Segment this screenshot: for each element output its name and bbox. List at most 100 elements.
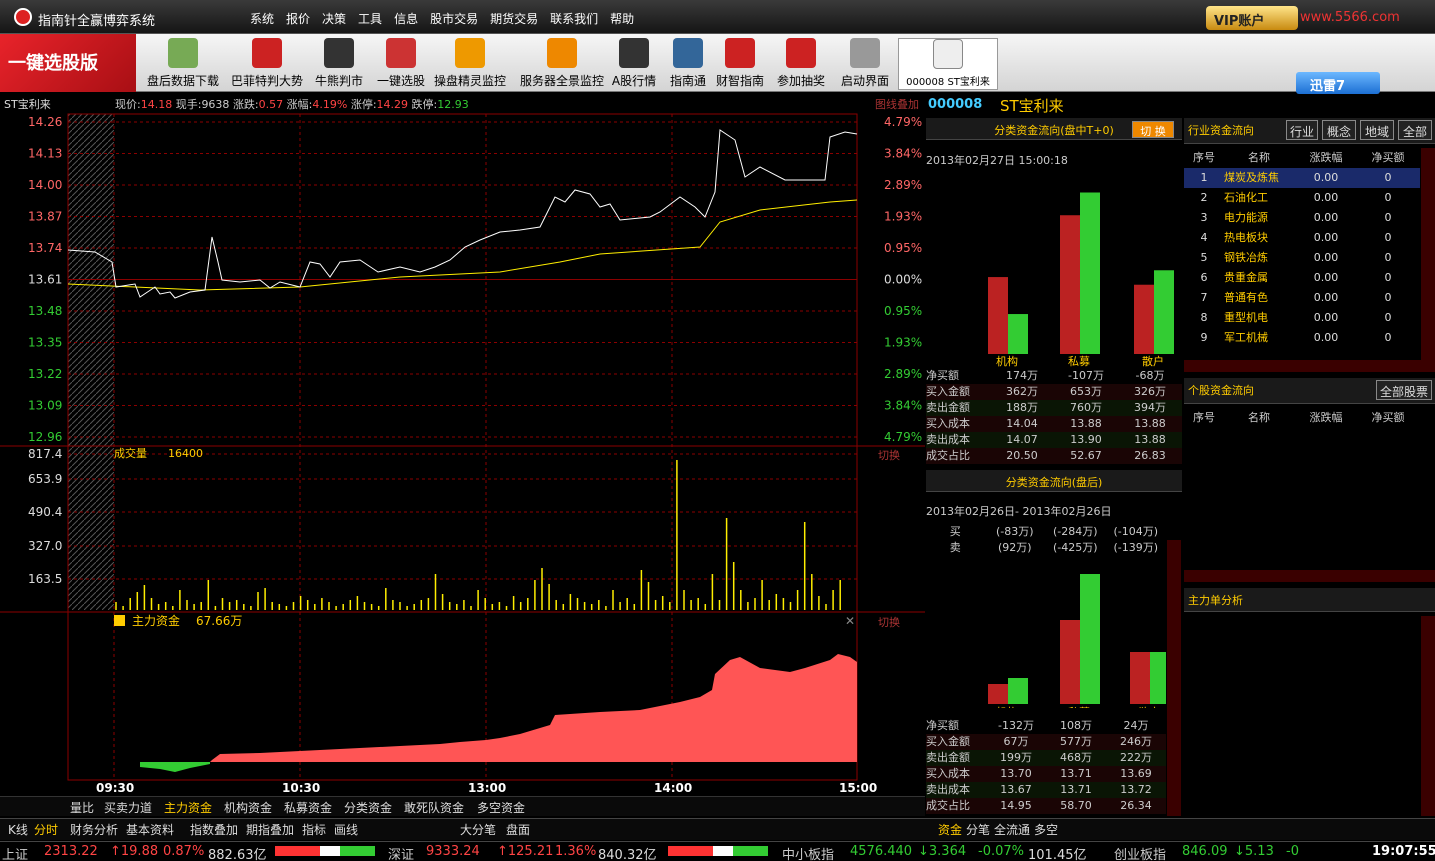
industry-cell: 贵重金属 <box>1224 271 1268 284</box>
toolbar-item-buffett[interactable]: 巴菲特判大势 <box>230 38 304 90</box>
mainforce-value: 67.66万 <box>196 614 242 628</box>
hscroll-stockflow[interactable] <box>1184 570 1435 582</box>
industry-row[interactable]: 1 煤炭及炼焦 0.00 0 <box>1184 168 1420 188</box>
indicator-tab[interactable]: 分类资金 <box>344 799 392 816</box>
price-tick: 13.87 <box>28 210 62 224</box>
scrollbar-industry[interactable] <box>1421 148 1435 372</box>
indicator-tab[interactable]: 机构资金 <box>224 799 272 816</box>
menu-system[interactable]: 系统 <box>250 10 274 27</box>
toolbar-active-stock[interactable]: 000008 ST宝利来 <box>898 38 998 90</box>
view-tab[interactable]: 分时 <box>34 821 58 838</box>
volume-switch[interactable]: 切换 <box>878 448 900 462</box>
industry-btn-all[interactable]: 全部 <box>1398 120 1432 140</box>
mainforce-switch[interactable]: 切换 <box>878 615 900 629</box>
side-tab[interactable]: 资金 <box>938 821 962 838</box>
menu-info[interactable]: 信息 <box>394 10 418 27</box>
toolbar-item-server[interactable]: 服务器全景监控 <box>516 38 608 90</box>
view-tab[interactable]: 指标 <box>302 821 326 838</box>
vip-button[interactable]: VIP账户 <box>1206 6 1298 30</box>
industry-row[interactable]: 8 重型机电 0.00 0 <box>1184 308 1420 328</box>
toolbar-active-label: 000008 ST宝利来 <box>906 77 990 88</box>
view-tab[interactable]: 基本资料 <box>126 821 174 838</box>
all-stocks-button[interactable]: 全部股票 <box>1376 380 1432 400</box>
flow-intraday-row: 买入金额 362万 653万 326万 <box>926 384 1182 400</box>
indicator-tab[interactable]: 私募资金 <box>284 799 332 816</box>
industry-row[interactable]: 6 贵重金属 0.00 0 <box>1184 268 1420 288</box>
indicator-tab[interactable]: 敢死队资金 <box>404 799 464 816</box>
toolbar-item-a-share[interactable]: A股行情 <box>610 38 658 90</box>
side-tab[interactable]: 多空 <box>1034 821 1058 838</box>
industry-btn-concept[interactable]: 概念 <box>1322 120 1356 140</box>
flow-after-value: (92万) <box>997 541 1032 554</box>
hscroll-industry[interactable] <box>1184 360 1435 372</box>
industry-row[interactable]: 9 军工机械 0.00 0 <box>1184 328 1420 348</box>
toolbar-label: 巴菲特判大势 <box>230 74 303 88</box>
scrollbar-flow-after[interactable] <box>1167 540 1181 816</box>
indicator-tab[interactable]: 量比 <box>70 799 94 816</box>
industry-btn-industry[interactable]: 行业 <box>1286 120 1318 140</box>
toolbar-item-compass[interactable]: 指南通 <box>668 38 708 90</box>
industry-header-row: 序号 名称 涨跌幅 净买额 <box>1184 148 1420 168</box>
indicator-tab[interactable]: 多空资金 <box>477 799 525 816</box>
flow-intraday-row: 卖出成本 14.07 13.90 13.88 <box>926 432 1182 448</box>
industry-cell: 0.00 <box>1313 271 1339 284</box>
pct-tick: 4.79% <box>884 430 922 444</box>
side-tab[interactable]: 全流通 <box>994 821 1030 838</box>
time-tick: 13:00 <box>468 781 506 795</box>
side-tab[interactable]: 分笔 <box>966 821 990 838</box>
menu-futures-trade[interactable]: 期货交易 <box>490 10 538 27</box>
menu-help[interactable]: 帮助 <box>610 10 634 27</box>
flow-intraday-row: 净买额 174万 -107万 -68万 <box>926 368 1182 384</box>
flow-row-value: 326万 <box>1134 385 1166 398</box>
toolbar-item-download[interactable]: 盘后数据下载 <box>146 38 220 90</box>
industry-btn-region[interactable]: 地域 <box>1360 120 1394 140</box>
industry-row[interactable]: 4 热电板块 0.00 0 <box>1184 228 1420 248</box>
industry-cell: 0.00 <box>1313 311 1339 324</box>
stock-name-header: ST宝利来 <box>1000 97 1064 115</box>
stockflow-title: 个股资金流向 <box>1188 384 1254 397</box>
industry-cell: 7 <box>1200 291 1208 304</box>
flow-row-label: 买入成本 <box>926 417 970 430</box>
toolbar-item-chart-up[interactable]: 一键选股 <box>376 38 426 90</box>
toolbar-item-bull-bear[interactable]: 牛熊判市 <box>312 38 366 90</box>
help-icon[interactable] <box>114 615 125 626</box>
view-tab[interactable]: 大分笔 <box>460 821 496 838</box>
bull-bear-icon <box>324 38 354 68</box>
industry-cell: 0.00 <box>1313 251 1339 264</box>
close-icon[interactable]: ✕ <box>845 614 855 628</box>
a-share-icon <box>619 38 649 68</box>
toolbar-item-wizard[interactable]: 操盘精灵监控 <box>432 38 508 90</box>
industry-cell: 热电板块 <box>1224 231 1268 244</box>
flow-switch-button[interactable]: 切 换 <box>1132 121 1174 138</box>
view-tab[interactable]: 画线 <box>334 821 358 838</box>
toolbar-item-lottery[interactable]: 参加抽奖 <box>776 38 826 90</box>
indicator-tab[interactable]: 主力资金 <box>164 799 212 816</box>
menu-tools[interactable]: 工具 <box>358 10 382 27</box>
industry-row[interactable]: 3 电力能源 0.00 0 <box>1184 208 1420 228</box>
toolbar-item-wealth[interactable]: 财智指南 <box>714 38 766 90</box>
scrollbar-mainorder[interactable] <box>1421 616 1435 816</box>
xunlei-button[interactable]: 迅雷7 <box>1296 72 1380 94</box>
menu-decision[interactable]: 决策 <box>322 10 346 27</box>
indicator-tab[interactable]: 买卖力道 <box>104 799 152 816</box>
overlay-button[interactable]: 图线叠加 <box>875 96 919 112</box>
menu-contact[interactable]: 联系我们 <box>550 10 598 27</box>
toolbar-item-launch[interactable]: 启动界面 <box>838 38 892 90</box>
mainforce-negative-area <box>140 762 210 772</box>
sf-col-chg: 涨跌幅 <box>1309 411 1343 424</box>
view-tab[interactable]: 期指叠加 <box>246 821 294 838</box>
cy-pct: -0 <box>1286 844 1299 859</box>
industry-row[interactable]: 7 普通有色 0.00 0 <box>1184 288 1420 308</box>
view-tab[interactable]: K线 <box>8 821 28 838</box>
view-tab[interactable]: 盘面 <box>506 821 530 838</box>
app-title: 指南针全赢博弈系统 <box>38 14 156 29</box>
sz-amount: 840.32亿 <box>598 848 657 861</box>
launch-icon <box>850 38 880 68</box>
view-tab[interactable]: 财务分析 <box>70 821 118 838</box>
industry-cell: 5 <box>1200 251 1208 264</box>
industry-row[interactable]: 2 石油化工 0.00 0 <box>1184 188 1420 208</box>
menu-stock-trade[interactable]: 股市交易 <box>430 10 478 27</box>
view-tab[interactable]: 指数叠加 <box>190 821 238 838</box>
menu-quote[interactable]: 报价 <box>286 10 310 27</box>
industry-row[interactable]: 5 钢铁冶炼 0.00 0 <box>1184 248 1420 268</box>
